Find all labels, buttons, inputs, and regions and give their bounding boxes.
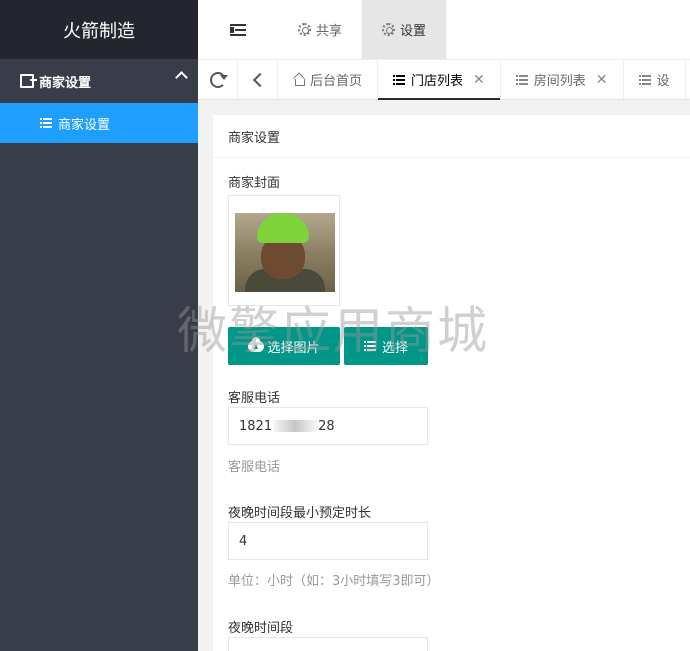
sidebar-group-merchant-settings[interactable]: 商家设置: [0, 59, 198, 103]
refresh-button[interactable]: [198, 60, 238, 99]
list-icon: [40, 118, 52, 128]
list-icon: [515, 74, 528, 85]
tab-settings-partial[interactable]: 设: [624, 60, 686, 99]
night-period-label: 夜晚时间段: [228, 621, 294, 636]
phone-input[interactable]: 1821 28: [228, 407, 428, 445]
phone-value-prefix: 1821: [239, 418, 273, 434]
phone-label: 客服电话: [228, 391, 281, 406]
chevron-left-icon: [252, 72, 267, 87]
tab-label: 房间列表: [533, 74, 586, 89]
sidebar-toggle-button[interactable]: [198, 0, 278, 59]
header-menu-label: 共享: [316, 24, 343, 39]
exit-icon: [20, 74, 37, 88]
chevron-up-icon: [175, 71, 188, 84]
sidebar-item-label: 商家设置: [58, 117, 111, 133]
upload-button-label: 选择图片: [267, 340, 320, 356]
list-icon: [363, 341, 376, 351]
sidebar: 火箭制造 商家设置 商家设置: [0, 0, 198, 651]
list-icon: [393, 74, 406, 85]
night-min-input[interactable]: 4: [228, 522, 428, 560]
night-period-input[interactable]: [228, 637, 428, 651]
brand-title: 火箭制造: [0, 0, 198, 59]
sidebar-group-label: 商家设置: [39, 75, 92, 91]
menu-fold-icon: [230, 23, 246, 36]
gear-icon: [382, 23, 396, 36]
tab-bar: 后台首页 门店列表 ✕ 房间列表 ✕ 设: [198, 59, 690, 100]
gear-icon: [298, 23, 311, 36]
header-menu-label: 设置: [400, 24, 427, 39]
tab-dashboard[interactable]: 后台首页: [278, 60, 379, 99]
close-icon[interactable]: ✕: [473, 72, 485, 88]
tab-store-list[interactable]: 门店列表 ✕: [378, 60, 501, 100]
tab-room-list[interactable]: 房间列表 ✕: [501, 60, 624, 99]
cover-label: 商家封面: [228, 176, 281, 191]
phone-help-text: 客服电话: [228, 460, 281, 475]
tab-label: 后台首页: [310, 74, 363, 89]
cloud-upload-icon: [248, 336, 265, 352]
night-min-help-text: 单位：小时（如：3小时填写3即可）: [228, 574, 440, 589]
upload-image-button[interactable]: 选择图片: [228, 327, 340, 365]
header-menu-settings[interactable]: 设置: [362, 0, 447, 59]
select-button-label: 选择: [381, 340, 408, 356]
night-min-label: 夜晚时间段最小预定时长: [228, 506, 372, 521]
tab-scroll-left-button[interactable]: [238, 60, 278, 99]
tab-label: 设: [656, 74, 670, 89]
top-header: 共享 设置: [198, 0, 690, 59]
night-min-value: 4: [239, 533, 248, 549]
refresh-icon: [209, 71, 228, 88]
tab-label: 门店列表: [411, 74, 464, 89]
home-icon: [293, 74, 305, 86]
header-menu-share[interactable]: 共享: [278, 0, 362, 59]
select-image-button[interactable]: 选择: [344, 327, 428, 365]
sidebar-item-merchant-settings[interactable]: 商家设置: [0, 103, 198, 143]
cover-image-preview[interactable]: [228, 195, 340, 306]
cover-photo: [235, 213, 335, 292]
phone-value-suffix: 28: [318, 418, 335, 434]
close-icon[interactable]: ✕: [596, 72, 608, 88]
list-icon: [638, 74, 651, 85]
card-title: 商家设置: [213, 115, 690, 158]
redaction-blur: [273, 420, 318, 432]
settings-card: 商家设置 商家封面 选择图片 选择 客服电话 1821 28 客服电话 夜晚时间段…: [213, 115, 690, 651]
